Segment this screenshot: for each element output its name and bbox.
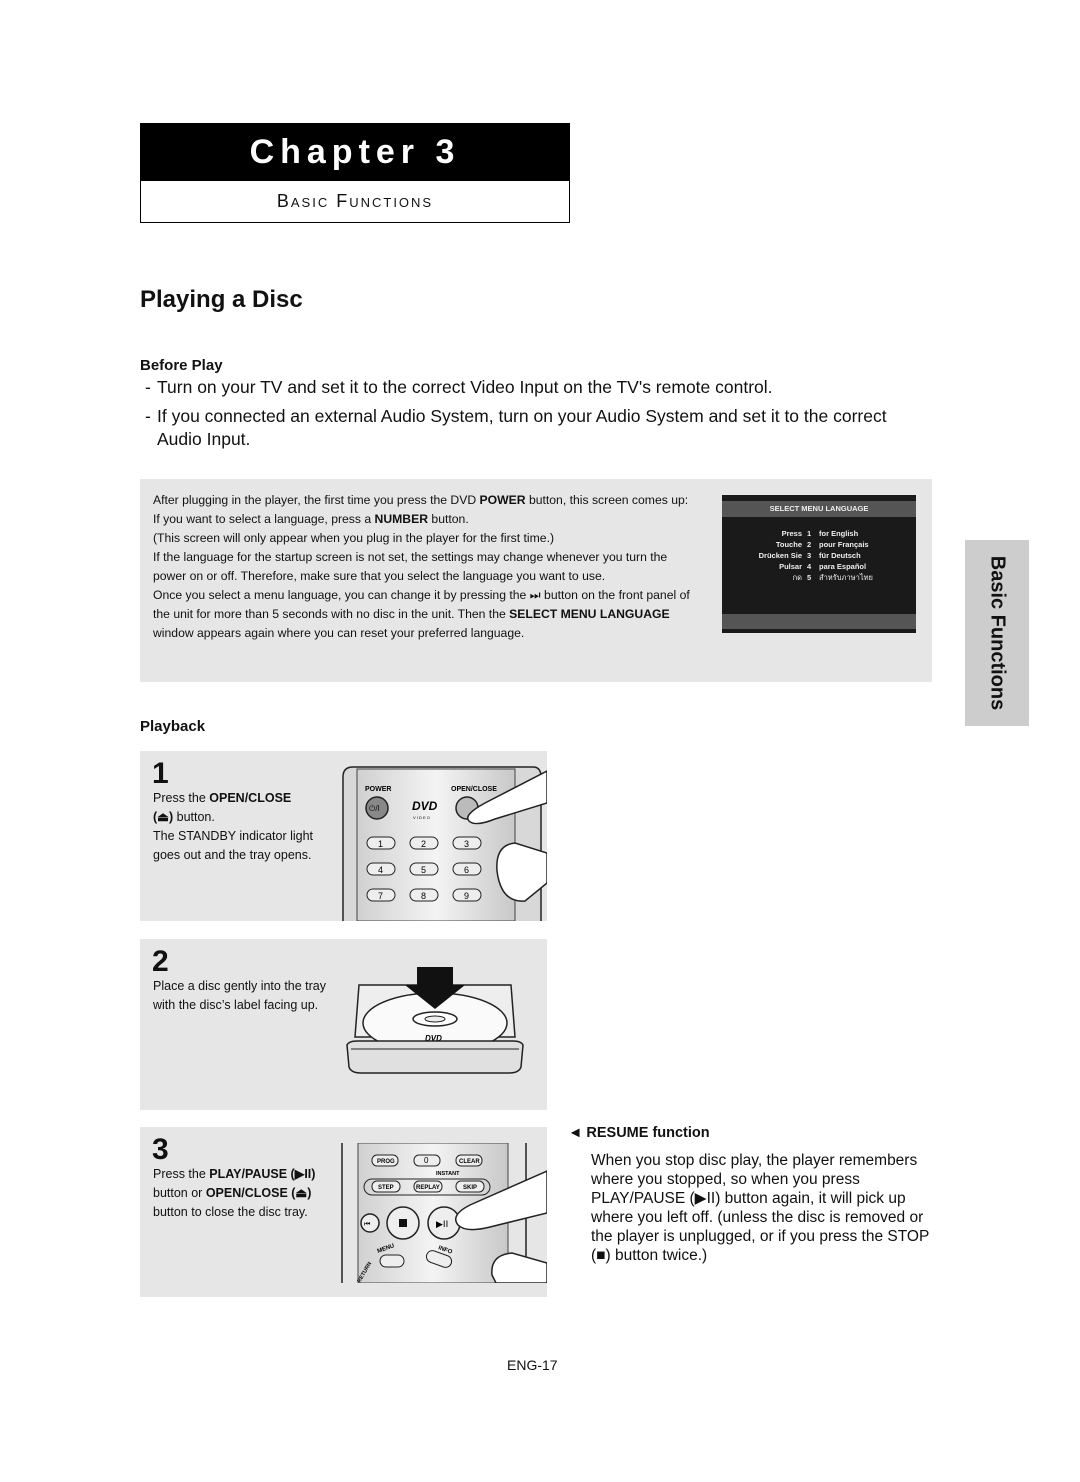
open-close-label: OPEN/CLOSE	[451, 786, 497, 793]
dvd-logo: DVD	[412, 799, 438, 813]
step-text: Place a disc gently into the tray with t…	[153, 979, 327, 1012]
svg-text:9: 9	[464, 891, 469, 901]
language-option: กด 5 สำหรับภาษาไทย	[792, 573, 873, 582]
svg-text:PROG: PROG	[377, 1159, 395, 1165]
remote-illustration-open-close: POWER ⏻/I DVD V I D E O OPEN/CLOSE 1 2 3…	[342, 766, 547, 921]
svg-text:⏻/I: ⏻/I	[369, 804, 380, 813]
info-paragraph: (This screen will only appear when you p…	[153, 531, 555, 545]
page-title: Playing a Disc	[140, 286, 303, 313]
svg-text:1: 1	[378, 839, 383, 849]
step-number: 2	[152, 945, 169, 978]
step-number: 1	[152, 757, 169, 790]
info-paragraph: If the language for the startup screen i…	[153, 550, 668, 583]
step-number: 3	[152, 1133, 169, 1166]
thumb-icon	[491, 1252, 547, 1283]
svg-text:CLEAR: CLEAR	[459, 1159, 480, 1165]
select-menu-language-screen: SELECT MENU LANGUAGE Press 1 for English T…	[722, 495, 916, 633]
skip-icon: ⏭	[529, 588, 541, 602]
disc-tray-illustration: DVD	[346, 967, 524, 1074]
svg-text:V I D E O: V I D E O	[413, 815, 430, 820]
svg-text:4: 4	[378, 865, 383, 875]
svg-text:7: 7	[378, 891, 383, 901]
svg-text:8: 8	[421, 891, 426, 901]
resume-heading: ◄ RESUME function	[568, 1125, 710, 1141]
info-paragraph: After plugging in the player, the first …	[153, 493, 689, 526]
before-play-heading: Before Play	[140, 357, 223, 374]
language-option: Touche 2 pour Français	[775, 540, 869, 549]
chapter-header: Chapter 3 Basic Functions	[140, 123, 570, 223]
chapter-subtitle: Basic Functions	[276, 191, 434, 211]
language-option: Drücken Sie 3 für Deutsch	[758, 551, 861, 560]
stop-icon	[399, 1219, 407, 1227]
svg-text:3: 3	[464, 839, 469, 849]
step-3-box: 3 Press the PLAY/PAUSE (▶II) button or O…	[140, 1127, 547, 1297]
before-play-bullet: - If you connected an external Audio Sys…	[145, 406, 887, 449]
step-2-box: 2 Place a disc gently into the tray with…	[140, 939, 547, 1110]
svg-text:2: 2	[421, 839, 426, 849]
svg-text:SKIP: SKIP	[463, 1185, 477, 1191]
section-side-tab: Basic Functions	[965, 540, 1029, 726]
language-option: Press 1 for English	[781, 529, 859, 538]
svg-text:0: 0	[424, 1156, 429, 1165]
language-option: Pulsar 4 para Español	[779, 562, 867, 571]
bullet-dash: -	[145, 406, 151, 426]
remote-illustration-play-pause: PROG 0 CLEAR INSTANT STEP REPLAY SKIP ⏮ …	[341, 1143, 547, 1283]
power-label: POWER	[365, 786, 391, 793]
play-pause-icon: ▶II	[436, 1220, 448, 1230]
svg-text:REPLAY: REPLAY	[416, 1185, 440, 1191]
number-keys: 1 2 3 4 5 6 7 8 9	[366, 836, 482, 902]
left-arrow-icon: ◄	[568, 1125, 583, 1141]
svg-text:5: 5	[421, 865, 426, 875]
step-text: Press the PLAY/PAUSE (▶II) button or OPE…	[153, 1167, 316, 1219]
info-paragraph: Once you select a menu language, you can…	[153, 588, 690, 640]
screen-title: SELECT MENU LANGUAGE	[722, 501, 916, 517]
before-play-bullet: - Turn on your TV and set it to the corr…	[145, 377, 773, 397]
svg-text:6: 6	[464, 865, 469, 875]
bullet-dash: -	[145, 377, 151, 397]
resume-body: When you stop disc play, the player reme…	[591, 1152, 930, 1264]
chapter-title: Chapter 3	[141, 124, 569, 181]
svg-text:STEP: STEP	[378, 1185, 394, 1191]
step-1-box: 1 Press the OPEN/CLOSE (⏏) button. The S…	[140, 751, 547, 921]
svg-text:⏮: ⏮	[364, 1220, 370, 1228]
screen-footer-bar	[722, 614, 916, 629]
playback-heading: Playback	[140, 718, 206, 735]
svg-text:INSTANT: INSTANT	[436, 1171, 460, 1177]
info-text: After plugging in the player, the first …	[153, 491, 693, 643]
eject-icon: (⏏)	[153, 810, 174, 824]
page-number: ENG-17	[507, 1357, 558, 1373]
step-text: Press the OPEN/CLOSE (⏏) button. The STA…	[153, 791, 314, 862]
